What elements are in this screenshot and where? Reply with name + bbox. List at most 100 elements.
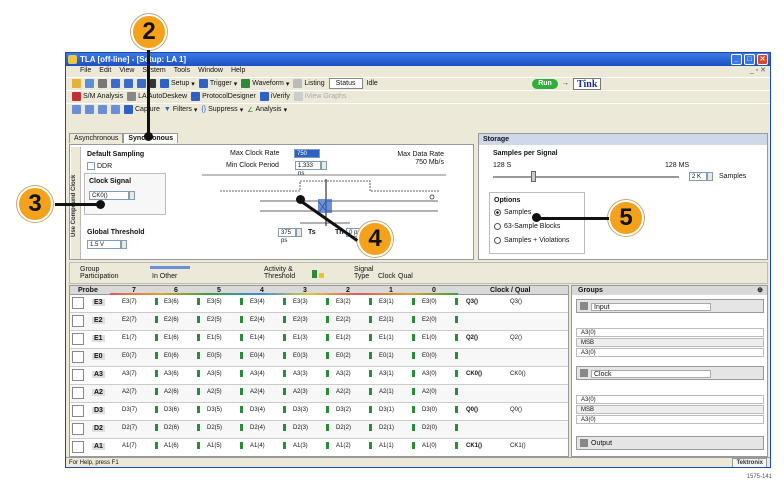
channel-cell[interactable]: A3(1): [379, 371, 394, 377]
channel-cell[interactable]: E1(7): [122, 335, 137, 341]
menu-tools[interactable]: Tools: [174, 66, 190, 76]
channel-cell[interactable]: E3(6): [164, 299, 179, 305]
mdi-controls[interactable]: _ ▫ ✕: [750, 66, 766, 76]
window-icon[interactable]: [137, 79, 146, 88]
channel-cell[interactable]: D2(2): [336, 425, 351, 431]
group-clock-field2[interactable]: A3(0): [576, 415, 764, 424]
clock-cell[interactable]: Q0(): [466, 407, 478, 413]
probe-icon-4[interactable]: [111, 105, 120, 114]
channel-cell[interactable]: A3(3): [293, 371, 308, 377]
channel-cell[interactable]: A1(3): [293, 443, 308, 449]
channel-cell[interactable]: D2(7): [122, 425, 137, 431]
autodeskew-button[interactable]: LA AutoDeskew: [127, 92, 187, 101]
channel-cell[interactable]: D3(4): [250, 407, 265, 413]
probe-icon-3[interactable]: [98, 105, 107, 114]
setup-button[interactable]: Setup ▾: [160, 79, 195, 88]
status-button[interactable]: Status: [328, 78, 363, 89]
option-63-sample-blocks[interactable]: 63-Sample Blocks: [494, 223, 560, 230]
protocol-designer-button[interactable]: ProtocolDesigner: [191, 92, 256, 101]
channel-cell[interactable]: D2(5): [207, 425, 222, 431]
save-icon[interactable]: [85, 79, 94, 88]
channel-cell[interactable]: E3(1): [379, 299, 394, 305]
ts-field[interactable]: 375 ps: [278, 228, 302, 244]
channel-cell[interactable]: E0(3): [293, 353, 308, 359]
channel-cell[interactable]: E3(4): [250, 299, 265, 305]
probe-icon[interactable]: [72, 387, 84, 399]
channel-cell[interactable]: E2(3): [293, 317, 308, 323]
channel-cell[interactable]: A3(6): [164, 371, 179, 377]
channel-cell[interactable]: A2(2): [336, 389, 351, 395]
channel-cell[interactable]: E0(5): [207, 353, 222, 359]
channel-cell[interactable]: E2(0): [422, 317, 437, 323]
maximize-icon[interactable]: □: [744, 54, 755, 65]
channel-cell[interactable]: E0(1): [379, 353, 394, 359]
spinner-icon[interactable]: [321, 161, 327, 170]
channel-cell[interactable]: A3(2): [336, 371, 351, 377]
channel-cell[interactable]: D2(6): [164, 425, 179, 431]
spinner-icon[interactable]: [296, 228, 302, 237]
probe-icon[interactable]: [72, 423, 84, 435]
collapse-icon[interactable]: [580, 369, 588, 377]
channel-cell[interactable]: D2(4): [250, 425, 265, 431]
collapse-icon[interactable]: [580, 302, 588, 310]
channel-cell[interactable]: A1(2): [336, 443, 351, 449]
qual-cell[interactable]: Q3(): [510, 299, 522, 305]
clock-signal-select[interactable]: CK0(): [89, 191, 135, 200]
channel-cell[interactable]: D3(0): [422, 407, 437, 413]
clock-cell[interactable]: CK1(): [466, 443, 482, 449]
chevron-down-icon[interactable]: [129, 191, 135, 200]
channel-cell[interactable]: D3(6): [164, 407, 179, 413]
group-input-field1[interactable]: A3(0): [576, 328, 764, 337]
channel-cell[interactable]: A2(5): [207, 389, 222, 395]
channel-cell[interactable]: E0(0): [422, 353, 437, 359]
menu-window[interactable]: Window: [198, 66, 223, 76]
group-input-field2[interactable]: A3(0): [576, 348, 764, 357]
qual-cell[interactable]: Q2(): [510, 335, 522, 341]
system-icon[interactable]: [111, 79, 120, 88]
channel-cell[interactable]: D3(7): [122, 407, 137, 413]
run-button[interactable]: Run: [532, 79, 558, 89]
clock-cell[interactable]: Q2(): [466, 335, 478, 341]
probe-icon[interactable]: [72, 333, 84, 345]
channel-cell[interactable]: E1(3): [293, 335, 308, 341]
channel-cell[interactable]: E1(6): [164, 335, 179, 341]
channel-cell[interactable]: E3(0): [422, 299, 437, 305]
group-input[interactable]: Input: [576, 299, 764, 313]
channel-cell[interactable]: E2(6): [164, 317, 179, 323]
menu-file[interactable]: File: [80, 66, 91, 76]
sm-analysis-button[interactable]: S/M Analysis: [72, 92, 123, 101]
waveform-button[interactable]: Waveform ▾: [241, 79, 289, 88]
channel-cell[interactable]: A1(0): [422, 443, 437, 449]
menu-help[interactable]: Help: [231, 66, 245, 76]
option-samples-violations[interactable]: Samples + Violations: [494, 237, 569, 244]
probe-icon-1[interactable]: [72, 105, 81, 114]
menu-view[interactable]: View: [119, 66, 134, 76]
channel-cell[interactable]: D3(2): [336, 407, 351, 413]
channel-cell[interactable]: A3(4): [250, 371, 265, 377]
option-samples[interactable]: Samples: [494, 209, 531, 216]
iverify-button[interactable]: iVerify: [259, 92, 290, 101]
group-output[interactable]: Output: [576, 436, 764, 450]
probe-icon[interactable]: [72, 369, 84, 381]
channel-cell[interactable]: A3(7): [122, 371, 137, 377]
channel-cell[interactable]: D2(1): [379, 425, 394, 431]
clock-cell[interactable]: CK0(): [466, 371, 482, 377]
channel-cell[interactable]: D2(0): [422, 425, 437, 431]
channel-cell[interactable]: E0(4): [250, 353, 265, 359]
channel-cell[interactable]: A3(5): [207, 371, 222, 377]
channel-cell[interactable]: E2(7): [122, 317, 137, 323]
channel-cell[interactable]: E2(5): [207, 317, 222, 323]
channel-cell[interactable]: E1(0): [422, 335, 437, 341]
print-icon[interactable]: [98, 79, 107, 88]
channel-cell[interactable]: E3(7): [122, 299, 137, 305]
probe-icon[interactable]: [72, 297, 84, 309]
trigger-button[interactable]: Trigger ▾: [198, 79, 237, 88]
probe-icon[interactable]: [72, 351, 84, 363]
qual-cell[interactable]: CK1(): [510, 443, 526, 449]
samples-slider-track[interactable]: [493, 176, 679, 178]
minimize-icon[interactable]: _: [731, 54, 742, 65]
global-threshold-field[interactable]: 1.5 V: [87, 240, 127, 249]
radio-selected[interactable]: [494, 209, 501, 216]
channel-cell[interactable]: A2(3): [293, 389, 308, 395]
channel-cell[interactable]: A2(0): [422, 389, 437, 395]
